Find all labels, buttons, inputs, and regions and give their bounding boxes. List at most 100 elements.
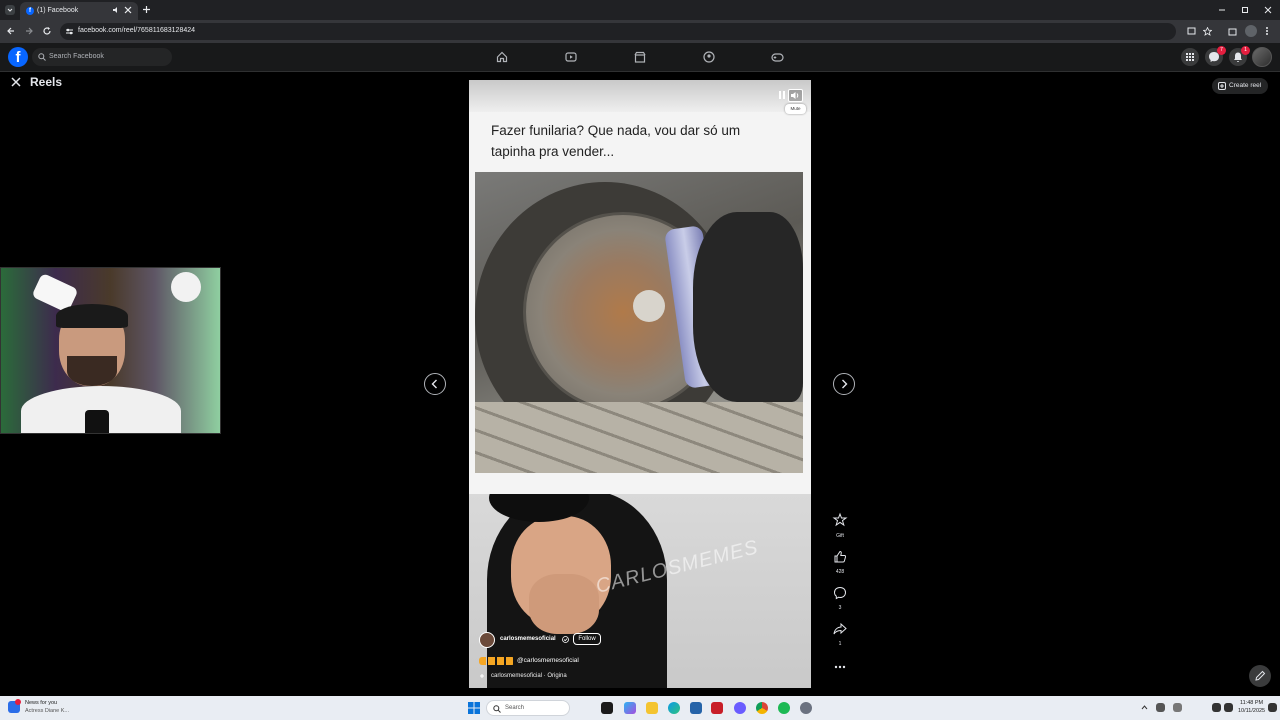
pause-icon[interactable] xyxy=(779,91,785,99)
windows-taskbar: News for you Actress Diane K... Search 1… xyxy=(0,696,1280,720)
grid-icon xyxy=(1186,53,1194,61)
new-tab-icon[interactable] xyxy=(142,5,151,14)
url-text: facebook.com/reel/765811683128424 xyxy=(78,27,196,34)
spotify-icon[interactable] xyxy=(778,702,790,714)
news-title: News for you xyxy=(25,700,58,706)
webcam-overlay xyxy=(0,267,221,434)
install-app-icon[interactable] xyxy=(1187,27,1196,36)
messenger-badge: 7 xyxy=(1217,46,1226,55)
chevron-right-icon xyxy=(842,379,848,389)
windows-logo-icon xyxy=(468,702,480,714)
facebook-logo-icon[interactable]: f xyxy=(8,47,28,67)
start-button[interactable] xyxy=(468,702,480,714)
task-view-icon[interactable] xyxy=(601,702,613,714)
nav-marketplace-icon[interactable] xyxy=(634,51,646,63)
close-window-icon[interactable] xyxy=(1264,6,1272,14)
tab-audio-icon[interactable] xyxy=(112,6,120,14)
speaker-icon xyxy=(791,92,799,99)
reload-icon[interactable] xyxy=(42,26,52,36)
clock-time[interactable]: 11:48 PM xyxy=(1240,700,1263,706)
settings-icon[interactable] xyxy=(800,702,812,714)
music-icon xyxy=(479,673,485,679)
clock-date[interactable]: 10/11/2025 xyxy=(1238,708,1265,714)
edge-icon[interactable] xyxy=(668,702,680,714)
gift-label: Gift xyxy=(836,533,844,539)
webcam-person-beard xyxy=(67,356,117,386)
menu-grid-button[interactable] xyxy=(1181,48,1199,66)
address-bar[interactable]: facebook.com/reel/765811683128424 xyxy=(60,23,1212,40)
notifications-badge: 1 xyxy=(1241,46,1250,55)
bookmark-star-icon[interactable] xyxy=(1203,27,1212,36)
nav-video-icon[interactable] xyxy=(565,51,577,63)
create-reel-label: Create reel xyxy=(1229,82,1262,89)
follow-label: Follow xyxy=(578,636,596,642)
previous-reel-button[interactable] xyxy=(424,373,446,395)
like-count: 428 xyxy=(835,569,845,575)
notification-center-icon[interactable] xyxy=(1268,703,1277,712)
tab-close-icon[interactable] xyxy=(124,6,132,14)
chevron-left-icon xyxy=(431,379,437,389)
file-explorer-icon[interactable] xyxy=(646,702,658,714)
news-widget[interactable]: News for you Actress Diane K... xyxy=(8,699,88,717)
cobblestones xyxy=(475,402,803,473)
gift-icon xyxy=(832,512,848,527)
forward-icon[interactable] xyxy=(24,26,34,36)
browser-menu-icon[interactable] xyxy=(1265,26,1269,36)
more-options-icon[interactable] xyxy=(834,665,846,669)
next-reel-button[interactable] xyxy=(833,373,855,395)
news-subtitle: Actress Diane K... xyxy=(25,708,70,714)
tab-title: (1) Facebook xyxy=(37,7,79,14)
profile-avatar[interactable] xyxy=(1245,25,1257,37)
author-avatar[interactable] xyxy=(479,632,495,648)
share-count: 1 xyxy=(838,641,842,647)
chrome-icon[interactable] xyxy=(756,702,768,714)
extensions-icon[interactable] xyxy=(1228,26,1238,36)
restore-icon[interactable] xyxy=(1241,6,1249,14)
app-red-icon[interactable] xyxy=(711,702,723,714)
share-button[interactable] xyxy=(832,621,848,637)
system-tray-chevron-icon[interactable] xyxy=(1141,704,1148,710)
tray-app-icon[interactable] xyxy=(1156,703,1165,712)
gift-button[interactable] xyxy=(832,512,848,528)
site-info-icon[interactable] xyxy=(65,27,74,36)
back-icon[interactable] xyxy=(6,26,16,36)
network-icon[interactable] xyxy=(1212,703,1221,712)
tab-search-icon[interactable] xyxy=(5,5,15,15)
like-button[interactable] xyxy=(832,549,848,565)
follow-button[interactable]: Follow xyxy=(573,633,601,645)
mute-tooltip: Mute xyxy=(785,104,806,114)
nav-groups-icon[interactable] xyxy=(703,51,715,63)
tray-mic-icon[interactable] xyxy=(1173,703,1182,712)
search-input[interactable]: Search Facebook xyxy=(32,48,172,66)
reel-description-handle[interactable]: @carlosmemesoficial xyxy=(517,657,579,664)
audio-label[interactable]: carlosmemesoficial · Origina xyxy=(491,673,567,679)
copilot-icon[interactable] xyxy=(624,702,636,714)
browser-tab[interactable]: f (1) Facebook xyxy=(20,2,138,20)
wheel-clip xyxy=(475,172,803,473)
verified-icon xyxy=(562,636,569,643)
mute-button[interactable] xyxy=(788,89,803,102)
facebook-favicon-icon: f xyxy=(26,7,34,15)
volume-icon[interactable] xyxy=(1224,703,1233,712)
close-reels-icon[interactable] xyxy=(11,77,21,87)
compose-message-button[interactable] xyxy=(1249,665,1271,687)
webcam-light-right xyxy=(171,272,201,302)
comment-button[interactable] xyxy=(832,585,848,601)
author-name[interactable]: carlosmemesoficial xyxy=(500,636,556,642)
taskbar-search[interactable]: Search xyxy=(486,700,570,716)
news-alert-badge xyxy=(15,699,21,705)
nav-home-icon[interactable] xyxy=(496,51,508,63)
wheel-hub xyxy=(633,290,665,322)
reel-caption: Fazer funilaria? Que nada, vou dar só um… xyxy=(491,123,741,159)
account-avatar[interactable] xyxy=(1252,47,1272,67)
mute-tooltip-label: Mute xyxy=(790,106,801,111)
gloved-hand xyxy=(693,212,803,402)
store-icon[interactable] xyxy=(690,702,702,714)
nav-gaming-icon[interactable] xyxy=(771,51,784,63)
webcam-person-cap xyxy=(56,304,128,328)
search-icon xyxy=(38,53,46,61)
create-reel-button[interactable]: Create reel xyxy=(1212,78,1268,94)
share-icon xyxy=(833,622,847,635)
messenger-app-icon[interactable] xyxy=(734,702,746,714)
minimize-icon[interactable] xyxy=(1218,6,1226,14)
